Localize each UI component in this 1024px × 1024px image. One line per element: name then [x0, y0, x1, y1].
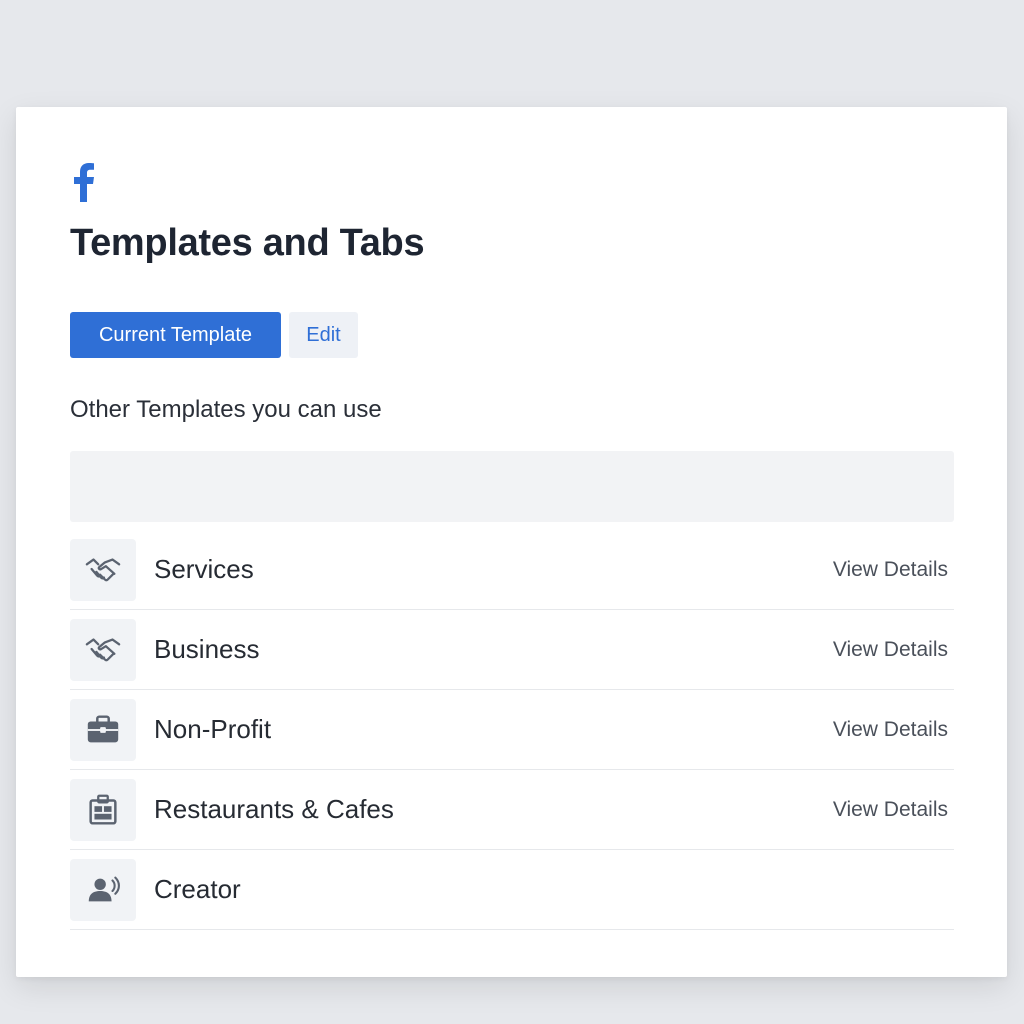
template-label: Non-Profit	[154, 714, 272, 744]
view-details-link[interactable]: View Details	[833, 638, 948, 662]
template-label: Services	[154, 554, 254, 584]
view-details-link[interactable]: View Details	[833, 718, 948, 742]
page-title: Templates and Tabs	[70, 222, 425, 264]
edit-button[interactable]: Edit	[289, 312, 358, 358]
creator-icon	[70, 858, 136, 921]
view-details-link[interactable]: View Details	[833, 798, 948, 822]
handshake-icon	[70, 538, 136, 601]
template-row-creator[interactable]: Creator	[70, 850, 954, 930]
briefcase-icon	[70, 698, 136, 761]
template-row-business[interactable]: Business View Details	[70, 610, 954, 690]
handshake-icon	[70, 618, 136, 681]
facebook-icon	[74, 163, 94, 202]
templates-panel: Templates and Tabs Current Template Edit…	[16, 107, 1007, 977]
view-details-link[interactable]: View Details	[833, 558, 948, 582]
template-row-non-profit[interactable]: Non-Profit View Details	[70, 690, 954, 770]
template-row-restaurants-cafes[interactable]: Restaurants & Cafes View Details	[70, 770, 954, 850]
current-template-button[interactable]: Current Template	[70, 312, 281, 358]
template-row-services[interactable]: Services View Details	[70, 530, 954, 610]
template-label: Creator	[154, 874, 241, 904]
template-label: Business	[154, 634, 260, 664]
restaurant-icon	[70, 778, 136, 841]
template-list: Services View Details Business View Deta…	[70, 530, 954, 930]
template-label: Restaurants & Cafes	[154, 794, 394, 824]
template-search-input[interactable]	[70, 451, 954, 522]
section-title: Other Templates you can use	[70, 396, 382, 423]
